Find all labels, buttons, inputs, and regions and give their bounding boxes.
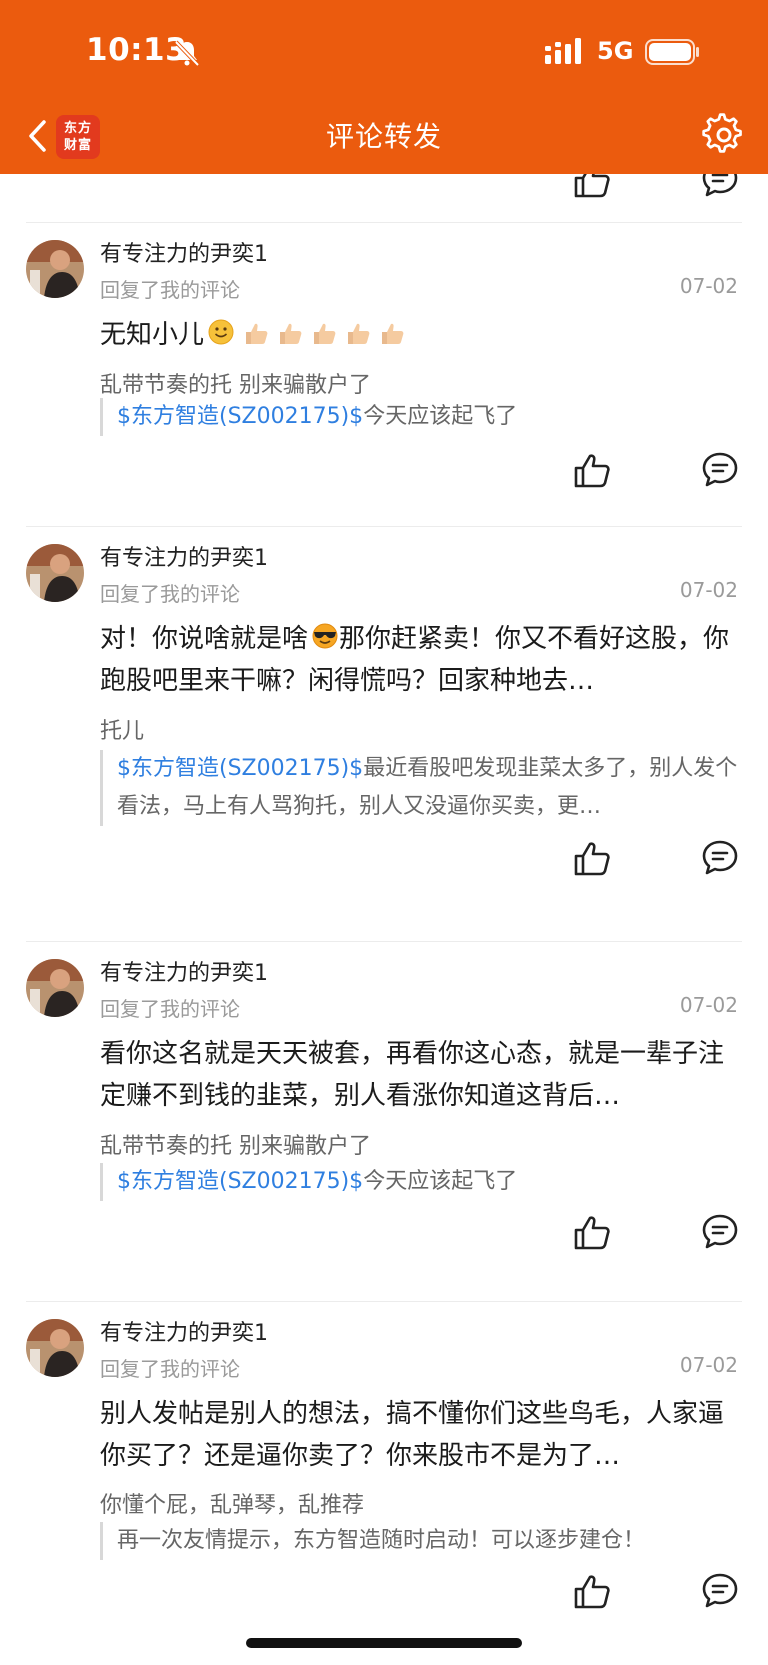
- signal-icon: [545, 38, 581, 64]
- reply-subtitle: 回复了我的评论: [100, 582, 240, 606]
- reply-content: 无知小儿: [100, 320, 205, 350]
- timestamp: 07-02: [679, 578, 738, 602]
- like-icon[interactable]: [572, 1212, 612, 1252]
- thumbs-up-emoji-icon: [246, 323, 268, 344]
- network-type: 5G: [597, 37, 634, 65]
- mute-bell-icon: [174, 40, 200, 67]
- like-icon[interactable]: [572, 1571, 612, 1611]
- timestamp: 07-02: [679, 1353, 738, 1377]
- like-icon[interactable]: [572, 838, 612, 878]
- quoted-post[interactable]: 再一次友情提示，东方智造随时启动！可以逐步建仓！: [100, 1522, 740, 1560]
- comment-list: 有专注力的尹奕1 回复了我的评论 07-02 无知小儿 乱带节奏的托 别来骗散户…: [0, 174, 768, 1665]
- my-comment[interactable]: 托儿: [100, 713, 144, 745]
- username[interactable]: 有专注力的尹奕1: [100, 1315, 268, 1347]
- stock-link[interactable]: $东方智造(SZ002175)$: [117, 404, 363, 429]
- home-indicator[interactable]: [246, 1638, 522, 1648]
- divider: [26, 941, 742, 942]
- divider: [26, 222, 742, 223]
- like-icon[interactable]: [572, 174, 612, 200]
- quoted-text: 今天应该起飞了: [363, 1169, 518, 1194]
- like-icon[interactable]: [572, 450, 612, 490]
- reply-subtitle: 回复了我的评论: [100, 997, 240, 1021]
- stock-link[interactable]: $东方智造(SZ002175)$: [117, 756, 363, 781]
- comment-icon[interactable]: [700, 174, 740, 200]
- timestamp: 07-02: [679, 274, 738, 298]
- stock-link[interactable]: $东方智造(SZ002175)$: [117, 1169, 363, 1194]
- quoted-text: 再一次友情提示，东方智造随时启动！可以逐步建仓！: [117, 1528, 646, 1553]
- username[interactable]: 有专注力的尹奕1: [100, 955, 268, 987]
- my-comment[interactable]: 你懂个屁，乱弹琴，乱推荐: [100, 1487, 364, 1519]
- quoted-post[interactable]: $东方智造(SZ002175)$今天应该起飞了: [100, 398, 740, 436]
- page-title: 评论转发: [325, 120, 442, 153]
- timestamp: 07-02: [679, 993, 738, 1017]
- quoted-post[interactable]: $东方智造(SZ002175)$最近看股吧发现韭菜太多了，别人发个看法，马上有人…: [100, 750, 740, 826]
- comment-icon[interactable]: [700, 1571, 740, 1611]
- reply-text[interactable]: 对！你说啥就是啥 那你赶紧卖！你又不看好这股，你跑股吧里来干嘛？闲得慌吗？回家种地…: [100, 618, 732, 702]
- reply-subtitle: 回复了我的评论: [100, 1357, 240, 1381]
- previous-item-actions: [0, 174, 768, 200]
- reply-subtitle: 回复了我的评论: [100, 278, 240, 302]
- quoted-text: 今天应该起飞了: [363, 404, 518, 429]
- smiling-face-emoji-icon: [208, 319, 234, 345]
- comment-icon[interactable]: [700, 1212, 740, 1252]
- avatar[interactable]: [26, 959, 84, 1017]
- comment-icon[interactable]: [700, 838, 740, 878]
- divider: [26, 526, 742, 527]
- username[interactable]: 有专注力的尹奕1: [100, 236, 268, 268]
- reply-text[interactable]: 看你这名就是天天被套，再看你这心态，就是一辈子注定赚不到钱的韭菜，别人看涨你知道…: [100, 1033, 732, 1117]
- thumbs-up-emoji-icon: [382, 323, 404, 344]
- my-comment[interactable]: 乱带节奏的托 别来骗散户了: [100, 1128, 371, 1160]
- thumbs-up-emoji-icon: [348, 323, 370, 344]
- quoted-post[interactable]: $东方智造(SZ002175)$今天应该起飞了: [100, 1163, 740, 1201]
- avatar[interactable]: [26, 240, 84, 298]
- battery-icon: [645, 39, 699, 65]
- reply-text[interactable]: 别人发帖是别人的想法，搞不懂你们这些鸟毛，人家逼你买了？还是逼你卖了？你来股市不…: [100, 1393, 732, 1477]
- reply-text[interactable]: 无知小儿: [100, 314, 732, 356]
- thumbs-up-emoji-icon: [280, 323, 302, 344]
- reply-content: 对！你说啥就是啥: [100, 624, 309, 654]
- avatar[interactable]: [26, 544, 84, 602]
- divider: [26, 1301, 742, 1302]
- thumbs-up-emoji-icon: [314, 323, 336, 344]
- username[interactable]: 有专注力的尹奕1: [100, 540, 268, 572]
- settings-icon[interactable]: [702, 113, 746, 157]
- cool-face-emoji-icon: [312, 623, 338, 649]
- my-comment[interactable]: 乱带节奏的托 别来骗散户了: [100, 367, 371, 399]
- avatar[interactable]: [26, 1319, 84, 1377]
- comment-icon[interactable]: [700, 450, 740, 490]
- header: 10:13 5G 东方 财富 评论转发: [0, 0, 768, 174]
